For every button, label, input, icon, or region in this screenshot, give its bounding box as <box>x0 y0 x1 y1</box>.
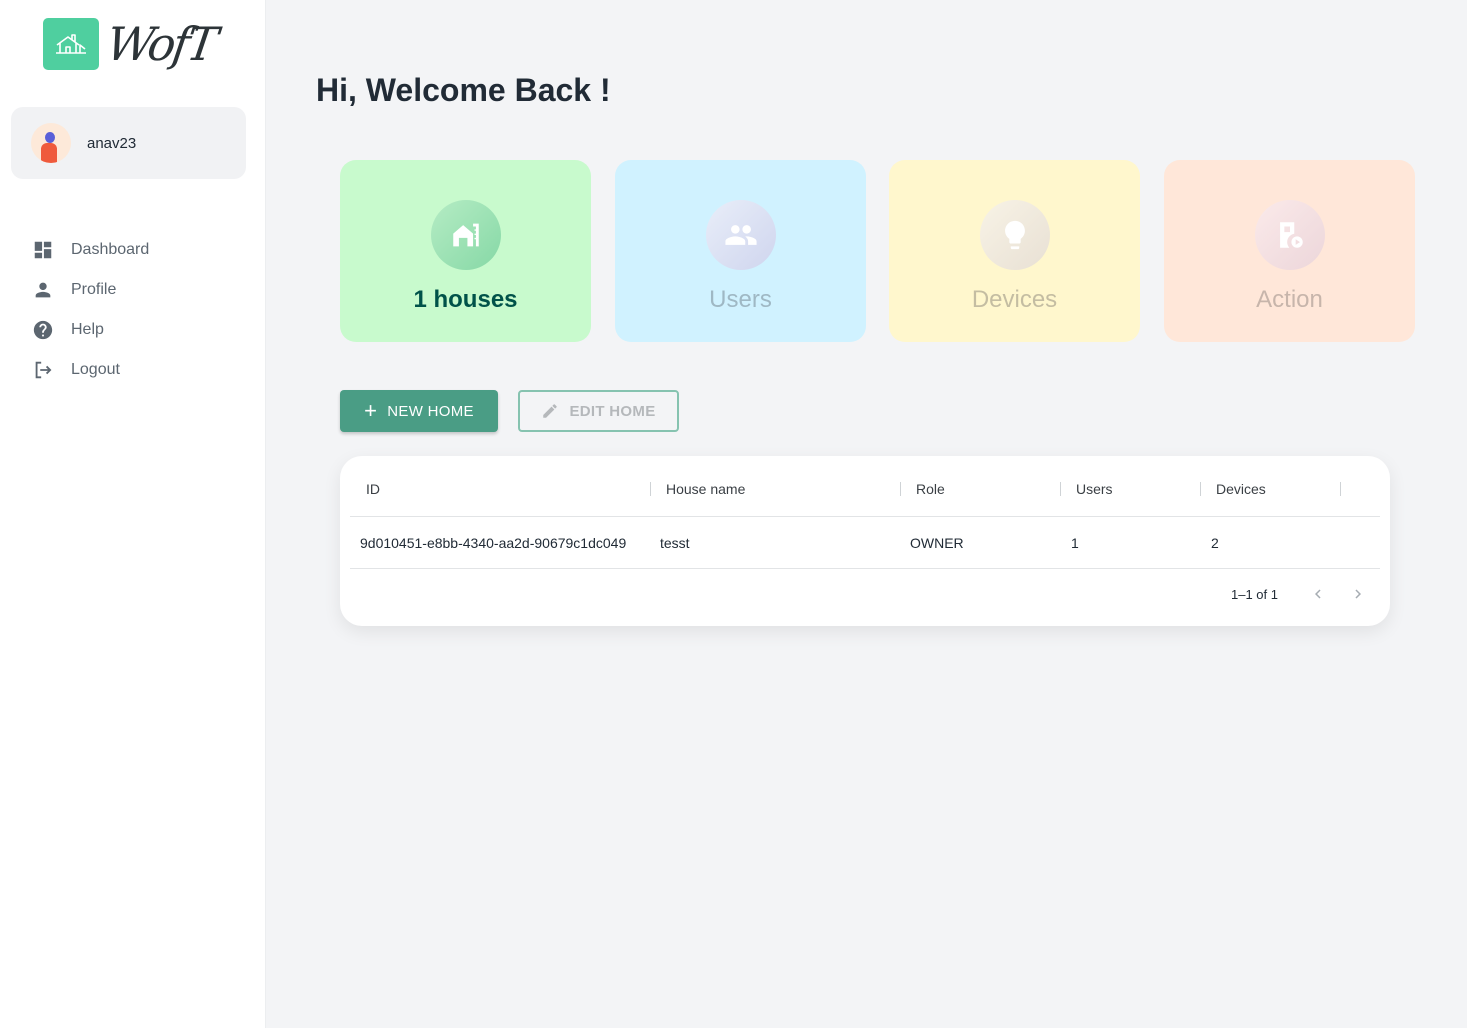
avatar <box>31 123 71 163</box>
cell-role: OWNER <box>910 535 964 551</box>
stat-card-houses[interactable]: 1 houses <box>340 160 591 342</box>
houses-table: ID House name Role Users Devices 9d01045… <box>340 456 1390 626</box>
action-icon <box>1254 200 1325 270</box>
stat-card-label: 1 houses <box>413 286 518 313</box>
logout-icon <box>35 361 52 379</box>
new-home-button[interactable]: + NEW HOME <box>340 390 498 432</box>
sidebar: WofT anav23 Dashboard Profile Help Logou… <box>0 0 266 1028</box>
column-header-devices[interactable]: Devices <box>1216 481 1266 497</box>
column-separator[interactable] <box>1060 482 1061 496</box>
column-separator[interactable] <box>1200 482 1201 496</box>
column-header-role[interactable]: Role <box>916 481 945 497</box>
next-page-button[interactable] <box>1348 584 1368 604</box>
stat-card-label: Action <box>1256 286 1323 313</box>
column-header-id[interactable]: ID <box>366 481 380 497</box>
sidebar-item-label: Logout <box>71 361 120 378</box>
house-icon <box>430 200 501 270</box>
app-logo[interactable]: WofT <box>43 17 219 71</box>
page-title: Hi, Welcome Back ! <box>316 72 611 108</box>
chevron-left-icon <box>1315 589 1321 599</box>
chevron-right-icon <box>1355 589 1361 599</box>
stat-card-devices[interactable]: Devices <box>889 160 1140 342</box>
column-header-house-name[interactable]: House name <box>666 481 745 497</box>
new-home-label: NEW HOME <box>387 402 474 420</box>
edit-home-button[interactable]: EDIT HOME <box>518 390 679 432</box>
previous-page-button[interactable] <box>1308 584 1328 604</box>
column-separator[interactable] <box>900 482 901 496</box>
table-header: ID House name Role Users Devices <box>350 456 1380 517</box>
lightbulb-icon <box>979 200 1050 270</box>
sidebar-item-dashboard[interactable]: Dashboard <box>32 230 149 270</box>
person-icon <box>35 282 51 298</box>
sidebar-item-profile[interactable]: Profile <box>32 270 149 310</box>
stat-card-action[interactable]: Action <box>1164 160 1415 342</box>
sidebar-item-label: Dashboard <box>71 241 150 258</box>
sidebar-item-label: Help <box>71 321 104 338</box>
cell-house-name: tesst <box>660 535 690 551</box>
logo-house-icon <box>43 18 99 70</box>
sidebar-item-logout[interactable]: Logout <box>32 350 149 390</box>
users-icon <box>705 200 776 270</box>
sidebar-nav: Dashboard Profile Help Logout <box>32 230 149 390</box>
stat-card-users[interactable]: Users <box>615 160 866 342</box>
table-row[interactable]: 9d010451-e8bb-4340-aa2d-90679c1dc049 tes… <box>350 517 1380 569</box>
stat-card-label: Users <box>709 286 772 313</box>
column-separator[interactable] <box>1340 482 1341 496</box>
cell-id: 9d010451-e8bb-4340-aa2d-90679c1dc049 <box>360 535 627 551</box>
edit-home-label: EDIT HOME <box>569 402 656 420</box>
sidebar-item-help[interactable]: Help <box>32 310 149 350</box>
help-icon <box>33 320 53 340</box>
dashboard-icon <box>34 241 52 259</box>
account-card[interactable]: anav23 <box>11 107 246 179</box>
stat-card-label: Devices <box>971 286 1058 313</box>
logo-text: WofT <box>103 17 219 71</box>
username: anav23 <box>87 134 137 152</box>
column-separator[interactable] <box>650 482 651 496</box>
pencil-icon <box>543 404 558 418</box>
plus-icon: + <box>364 398 378 423</box>
column-header-users[interactable]: Users <box>1076 481 1113 497</box>
sidebar-item-label: Profile <box>71 281 117 298</box>
cell-devices: 2 <box>1211 535 1219 551</box>
cell-users: 1 <box>1071 535 1079 551</box>
pagination-label: 1–1 of 1 <box>1231 587 1278 602</box>
